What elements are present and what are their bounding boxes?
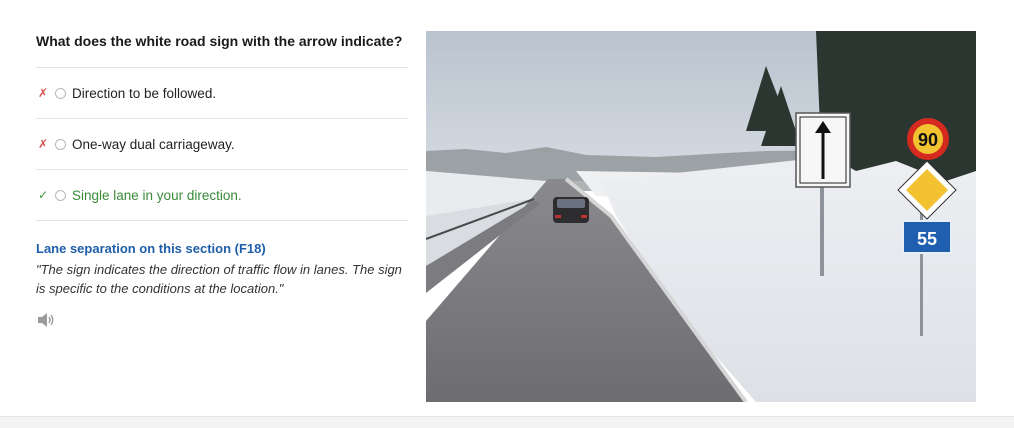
explanation: Lane separation on this section (F18) "T… [36,241,408,328]
road-photo: 90 55 [426,31,976,402]
answer-option-correct[interactable]: ✓ Single lane in your direction. [36,170,408,221]
explanation-text: "The sign indicates the direction of tra… [36,262,402,296]
footer-bar [0,416,1014,428]
car [553,197,589,223]
answer-list: ✗ Direction to be followed. ✗ One-way du… [36,68,408,221]
answer-option[interactable]: ✗ One-way dual carriageway. [36,119,408,170]
check-mark-icon: ✓ [38,188,49,202]
question-text: What does the white road sign with the a… [36,31,408,68]
answer-label: Single lane in your direction. [72,187,242,203]
quiz-panel: What does the white road sign with the a… [36,31,408,328]
route-number-text: 55 [917,229,937,249]
radio-button[interactable] [55,87,66,99]
speaker-icon[interactable] [36,312,56,328]
explanation-title: Lane separation on this section (F18) [36,241,266,256]
speed-limit-text: 90 [918,130,938,150]
route-number-sign: 55 [902,220,952,254]
wrong-mark-icon: ✗ [38,137,49,151]
radio-button[interactable] [55,138,66,150]
wrong-mark-icon: ✗ [38,86,49,100]
answer-option[interactable]: ✗ Direction to be followed. [36,68,408,119]
radio-button[interactable] [55,189,66,201]
answer-label: Direction to be followed. [72,85,217,101]
answer-label: One-way dual carriageway. [72,136,235,152]
